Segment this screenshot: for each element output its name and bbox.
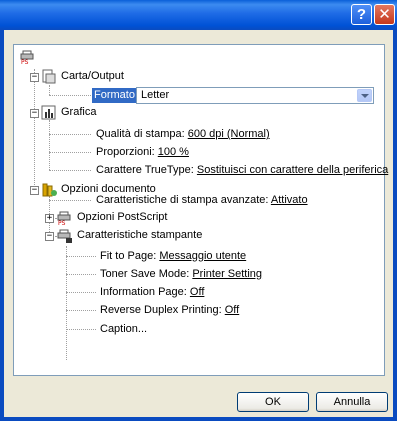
node-label: Grafica (61, 106, 97, 118)
tree-line (49, 134, 91, 135)
close-button[interactable]: ✕ (374, 4, 395, 25)
tree-node-caption[interactable]: Caption... (100, 322, 147, 337)
setting-value[interactable]: 600 dpi (Normal) (188, 128, 270, 140)
settings-tree[interactable]: PS − Carta/Output Formato: Letter − Graf… (13, 44, 388, 376)
setting-value[interactable]: Printer Setting (192, 268, 262, 280)
collapse-toggle[interactable]: − (30, 186, 39, 195)
setting-label: Caratteristiche di stampa avanzate: (96, 194, 269, 206)
window-frame-bottom (0, 417, 397, 421)
tree-line (66, 256, 96, 257)
chevron-down-icon[interactable] (357, 89, 372, 102)
format-label: Formato: (92, 88, 141, 103)
node-label: Opzioni PostScript (77, 211, 168, 223)
tree-line (66, 329, 96, 330)
tree-node-graphics[interactable]: Grafica (61, 105, 96, 120)
setting-label: Reverse Duplex Printing: (100, 304, 222, 316)
tree-line (66, 310, 96, 311)
setting-label: Proporzioni: (96, 146, 155, 158)
setting-label: Fit to Page: (100, 250, 157, 262)
collapse-toggle[interactable]: − (45, 232, 54, 241)
graphics-icon (41, 105, 57, 120)
tree-node-format[interactable]: Formato: (92, 88, 141, 103)
tree-node-truetype[interactable]: Carattere TrueType: Sostituisci con cara… (96, 163, 388, 178)
setting-value[interactable]: 100 % (158, 146, 189, 158)
setting-label: Carattere TrueType: (96, 164, 194, 176)
help-button[interactable]: ? (351, 4, 372, 25)
postscript-options-icon: PS (57, 210, 73, 227)
window-frame-right (393, 30, 397, 421)
tree-node-printer-features[interactable]: Caratteristiche stampante (77, 228, 202, 243)
collapse-toggle[interactable]: − (30, 109, 39, 118)
setting-value[interactable]: Messaggio utente (159, 250, 246, 262)
tree-node-reverse-duplex[interactable]: Reverse Duplex Printing: Off (100, 303, 239, 318)
node-label: Caption... (100, 323, 148, 335)
format-select[interactable]: Letter (136, 87, 374, 104)
paper-output-icon (41, 69, 57, 84)
tree-node-postscript-options[interactable]: Opzioni PostScript (77, 210, 167, 225)
document-options-icon (41, 182, 57, 197)
setting-value[interactable]: Off (190, 286, 204, 298)
tree-line (66, 246, 67, 360)
tree-line (49, 120, 50, 170)
printer-features-icon (57, 228, 73, 243)
tree-line (66, 274, 96, 275)
tree-node-information-page[interactable]: Information Page: Off (100, 285, 204, 300)
setting-value[interactable]: Attivato (271, 194, 308, 206)
tree-node-print-quality[interactable]: Qualità di stampa: 600 dpi (Normal) (96, 127, 270, 142)
expand-toggle[interactable]: + (45, 214, 54, 223)
collapse-toggle[interactable]: − (30, 73, 39, 82)
setting-label: Toner Save Mode: (100, 268, 190, 280)
ps-printer-icon: PS (20, 49, 36, 66)
setting-value[interactable]: Sostituisci con carattere della periferi… (197, 164, 388, 176)
ok-button[interactable]: OK (237, 392, 309, 412)
node-label: Carta/Output (61, 70, 124, 82)
svg-text:PS: PS (58, 220, 66, 226)
setting-label: Qualità di stampa: (96, 128, 185, 140)
tree-node-scaling[interactable]: Proporzioni: 100 % (96, 145, 189, 160)
setting-value[interactable]: Off (225, 304, 239, 316)
tree-line (49, 200, 91, 201)
tree-node-toner-save[interactable]: Toner Save Mode: Printer Setting (100, 267, 262, 282)
tree-line (34, 69, 35, 189)
window-frame-left (0, 30, 4, 421)
format-value: Letter (141, 89, 170, 101)
tree-node-advanced-features[interactable]: Caratteristiche di stampa avanzate: Atti… (96, 193, 308, 208)
title-bar: ? ✕ (0, 0, 397, 30)
tree-line (49, 152, 91, 153)
tree-line (49, 85, 50, 95)
svg-text:PS: PS (21, 59, 29, 65)
tree-line (49, 95, 91, 96)
tree-line (66, 292, 96, 293)
cancel-button[interactable]: Annulla (316, 392, 388, 412)
tree-node-paper-output[interactable]: Carta/Output (61, 69, 124, 84)
setting-label: Information Page: (100, 286, 187, 298)
tree-node-fit-to-page[interactable]: Fit to Page: Messaggio utente (100, 249, 246, 264)
node-label: Caratteristiche stampante (77, 229, 203, 241)
tree-line (49, 170, 91, 171)
